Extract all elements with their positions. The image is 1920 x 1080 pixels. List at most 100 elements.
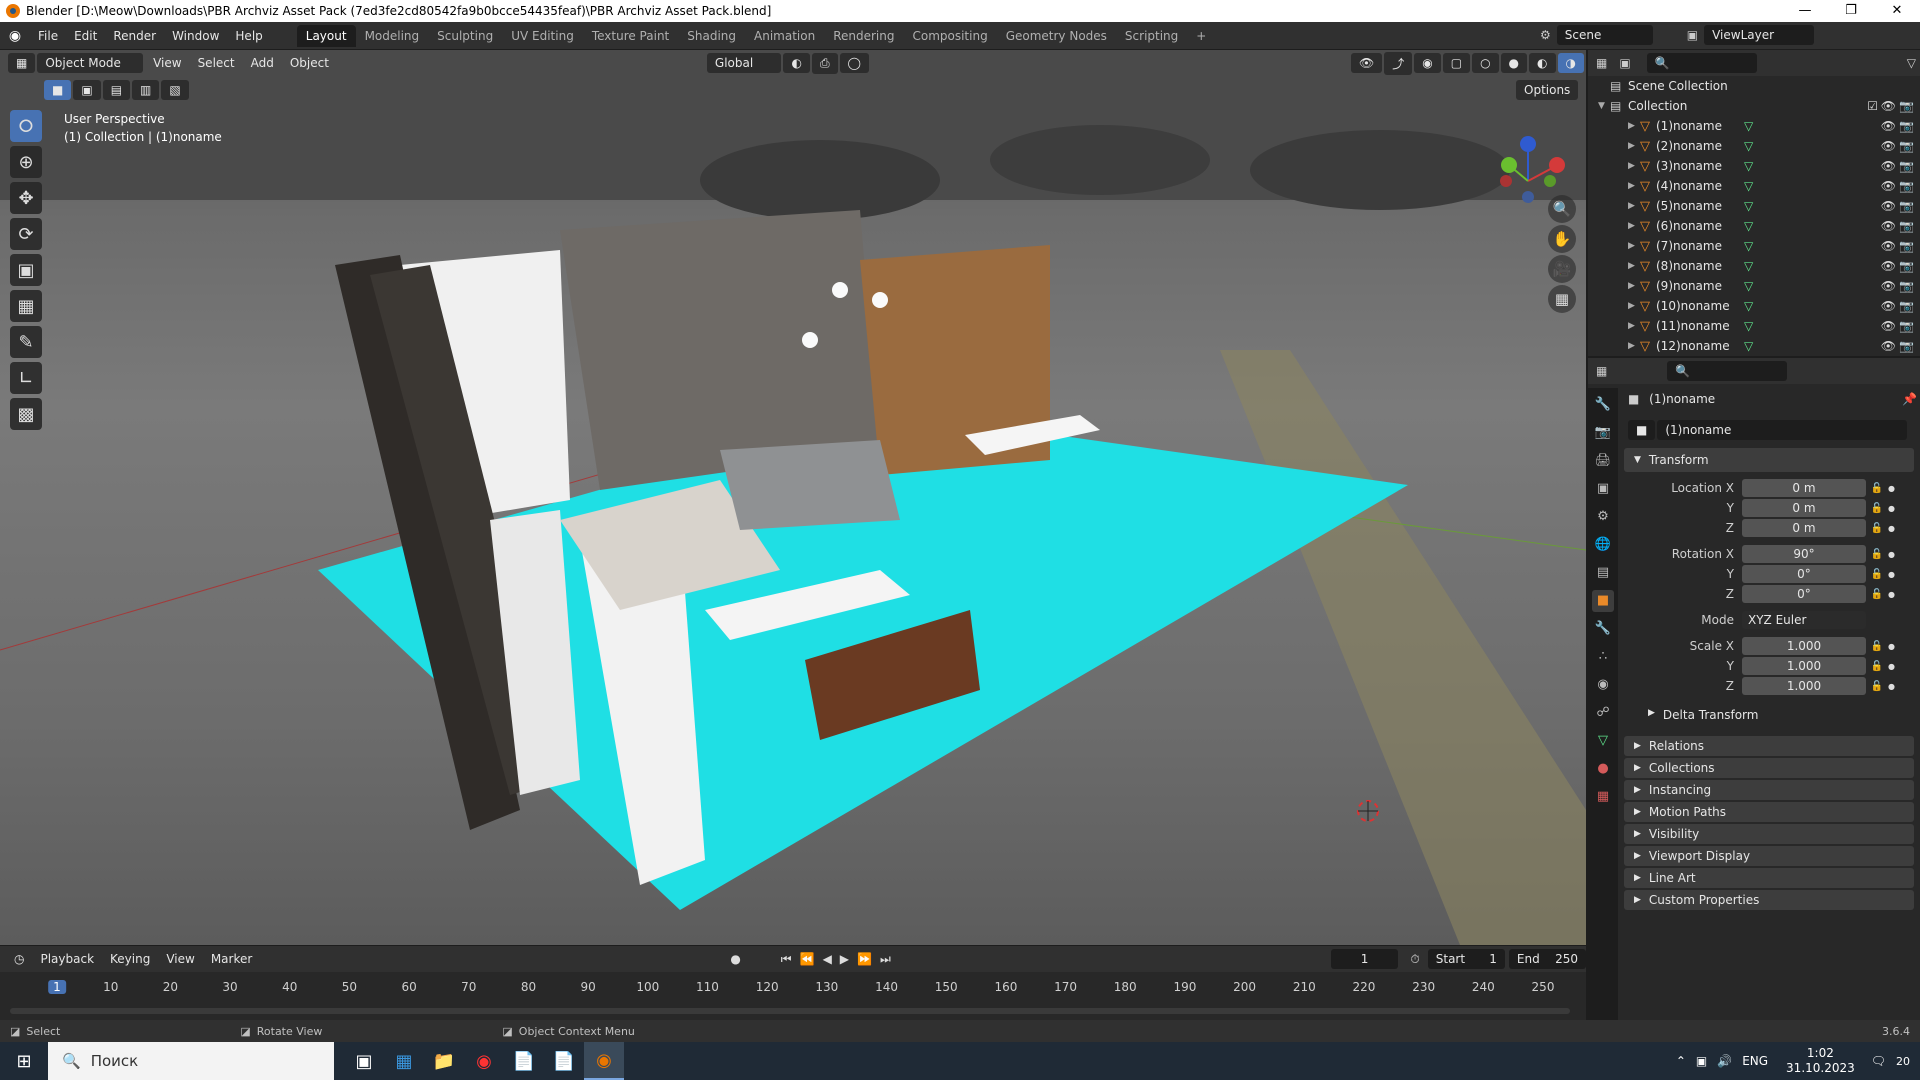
tab-scripting[interactable]: Scripting [1116, 25, 1187, 47]
eye-icon[interactable]: 👁 [1881, 179, 1896, 193]
eye-icon[interactable]: 👁 [1881, 99, 1896, 113]
eye-icon[interactable]: 👁 [1881, 299, 1896, 313]
outliner-object-row[interactable]: ▶ ▽ (5)noname ▽ 👁 📷 [1588, 196, 1920, 216]
expand-icon[interactable]: ▼ [1598, 101, 1610, 111]
tool-tab-icon[interactable]: 🔧 [1592, 394, 1614, 416]
scale-y-field[interactable]: 1.000 [1742, 657, 1866, 675]
expand-icon[interactable]: ▶ [1628, 241, 1640, 251]
expand-icon[interactable]: ▶ [1628, 201, 1640, 211]
mode-selector[interactable]: Object Mode [37, 53, 144, 73]
lock-icon[interactable]: 🔓 [1866, 681, 1888, 692]
outliner-object-row[interactable]: ▶ ▽ (6)noname ▽ 👁 📷 [1588, 216, 1920, 236]
menu-playback[interactable]: Playback [32, 949, 102, 969]
expand-icon[interactable]: ▶ [1628, 301, 1640, 311]
material-tab-icon[interactable]: ● [1592, 758, 1614, 780]
eye-icon[interactable]: 👁 [1881, 259, 1896, 273]
task-view-icon[interactable]: ▣ [344, 1042, 384, 1080]
scene-collection-row[interactable]: ▤ Scene Collection [1588, 76, 1920, 96]
menu-edit[interactable]: Edit [66, 29, 105, 43]
tab-rendering[interactable]: Rendering [824, 25, 903, 47]
yandex-browser-icon[interactable]: ◉ [464, 1042, 504, 1080]
outliner-object-row[interactable]: ▶ ▽ (8)noname ▽ 👁 📷 [1588, 256, 1920, 276]
outliner-search[interactable]: 🔍 [1646, 53, 1757, 73]
filter-icon[interactable]: ▽ [1907, 56, 1916, 70]
eye-icon[interactable]: 👁 [1881, 119, 1896, 133]
mesh-data-icon[interactable]: ▽ [1744, 139, 1753, 153]
rotation-z-field[interactable]: 0° [1742, 585, 1866, 603]
eye-icon[interactable]: 👁 [1881, 319, 1896, 333]
texture-tab-icon[interactable]: ▦ [1592, 786, 1614, 808]
camera-icon[interactable]: 📷 [1899, 259, 1914, 273]
eye-icon[interactable]: 👁 [1881, 279, 1896, 293]
expand-icon[interactable]: ▶ [1628, 221, 1640, 231]
transform-panel-header[interactable]: ▼ Transform [1624, 448, 1914, 472]
tab-sculpting[interactable]: Sculpting [428, 25, 502, 47]
timeline-ruler[interactable]: 1 10 20 30 40 50 60 70 80 90 100 110 120 130 140 150 160… [0, 976, 1586, 1000]
keyframe-dot-icon[interactable]: ● [1888, 662, 1898, 671]
lock-icon[interactable]: 🔓 [1866, 661, 1888, 672]
outliner-object-row[interactable]: ▶ ▽ (2)noname ▽ 👁 📷 [1588, 136, 1920, 156]
mesh-data-icon[interactable]: ▽ [1744, 159, 1753, 173]
gizmo-x-axis[interactable] [1549, 157, 1565, 173]
stopwatch-icon[interactable]: ⏱ [1410, 952, 1419, 967]
add-cube-tool-icon[interactable]: ▩ [10, 398, 42, 430]
lock-icon[interactable]: 🔓 [1866, 523, 1888, 534]
maximize-button[interactable]: ❐ [1828, 0, 1874, 22]
outliner-object-row[interactable]: ▶ ▽ (7)noname ▽ 👁 📷 [1588, 236, 1920, 256]
cursor-tool-icon[interactable]: ⊕ [10, 146, 42, 178]
camera-icon[interactable]: 📷 [1899, 219, 1914, 233]
display-mode-icon[interactable]: ▣ [1619, 56, 1630, 70]
snap-icon[interactable]: ⎙ [811, 52, 838, 74]
lock-icon[interactable]: 🔓 [1866, 569, 1888, 580]
mesh-data-icon[interactable]: ▽ [1744, 339, 1753, 353]
outliner-object-row[interactable]: ▶ ▽ (3)noname ▽ 👁 📷 [1588, 156, 1920, 176]
keyframe-dot-icon[interactable]: ● [1888, 504, 1898, 513]
panel-motion-paths[interactable]: ▶ Motion Paths [1624, 802, 1914, 822]
tab-geometry-nodes[interactable]: Geometry Nodes [997, 25, 1116, 47]
outliner-object-row[interactable]: ▶ ▽ (12)noname ▽ 👁 📷 [1588, 336, 1920, 356]
start-windows-icon[interactable]: ⊞ [0, 1042, 48, 1080]
panel-viewport-display[interactable]: ▶ Viewport Display [1624, 846, 1914, 866]
xray-icon[interactable]: ▢ [1442, 53, 1471, 73]
menu-select[interactable]: Select [190, 53, 243, 73]
camera-icon[interactable]: 📷 [1899, 139, 1914, 153]
wireframe-shading-icon[interactable]: ○ [1472, 53, 1499, 73]
mesh-data-icon[interactable]: ▽ [1744, 259, 1753, 273]
camera-icon[interactable]: 📷 [1899, 159, 1914, 173]
rendered-shading-icon[interactable]: ◑ [1557, 53, 1584, 73]
select-subtract-icon[interactable]: ▤ [102, 80, 131, 100]
outliner-object-row[interactable]: ▶ ▽ (10)noname ▽ 👁 📷 [1588, 296, 1920, 316]
jump-prev-key-icon[interactable]: ⏪ [800, 952, 815, 966]
panel-instancing[interactable]: ▶ Instancing [1624, 780, 1914, 800]
camera-icon[interactable]: 📷 [1899, 119, 1914, 133]
keyframe-dot-icon[interactable]: ● [1888, 550, 1898, 559]
mesh-data-icon[interactable]: ▽ [1744, 279, 1753, 293]
orientation-selector[interactable]: Global [706, 53, 782, 73]
scale-tool-icon[interactable]: ▣ [10, 254, 42, 286]
collection-row[interactable]: ▼ ▤ Collection ☑ 👁 📷 [1588, 96, 1920, 116]
volume-icon[interactable]: 🔊 [1717, 1054, 1732, 1068]
particles-tab-icon[interactable]: ∴ [1592, 646, 1614, 668]
data-tab-icon[interactable]: ▽ [1592, 730, 1614, 752]
eye-icon[interactable]: 👁 [1881, 339, 1896, 353]
close-button[interactable]: ✕ [1874, 0, 1920, 22]
outliner-object-row[interactable]: ▶ ▽ (9)noname ▽ 👁 📷 [1588, 276, 1920, 296]
select-intersect-icon[interactable]: ▧ [161, 80, 189, 100]
panel-visibility[interactable]: ▶ Visibility [1624, 824, 1914, 844]
lock-icon[interactable]: 🔓 [1866, 549, 1888, 560]
keyframe-dot-icon[interactable]: ● [1888, 590, 1898, 599]
jump-end-icon[interactable]: ⏭ [880, 952, 891, 967]
scale-x-field[interactable]: 1.000 [1742, 637, 1866, 655]
tab-modeling[interactable]: Modeling [356, 25, 429, 47]
location-y-field[interactable]: 0 m [1742, 499, 1866, 517]
object-type-icon[interactable]: ■ [1628, 420, 1656, 440]
location-x-field[interactable]: 0 m [1742, 479, 1866, 497]
options-button[interactable]: Options [1516, 80, 1579, 100]
mesh-data-icon[interactable]: ▽ [1744, 199, 1753, 213]
lock-icon[interactable]: 🔓 [1866, 503, 1888, 514]
tray-chevron-icon[interactable]: ⌃ [1676, 1054, 1686, 1068]
mesh-data-icon[interactable]: ▽ [1744, 179, 1753, 193]
location-z-field[interactable]: 0 m [1742, 519, 1866, 537]
expand-icon[interactable]: ▶ [1628, 181, 1640, 191]
expand-icon[interactable]: ▶ [1628, 161, 1640, 171]
